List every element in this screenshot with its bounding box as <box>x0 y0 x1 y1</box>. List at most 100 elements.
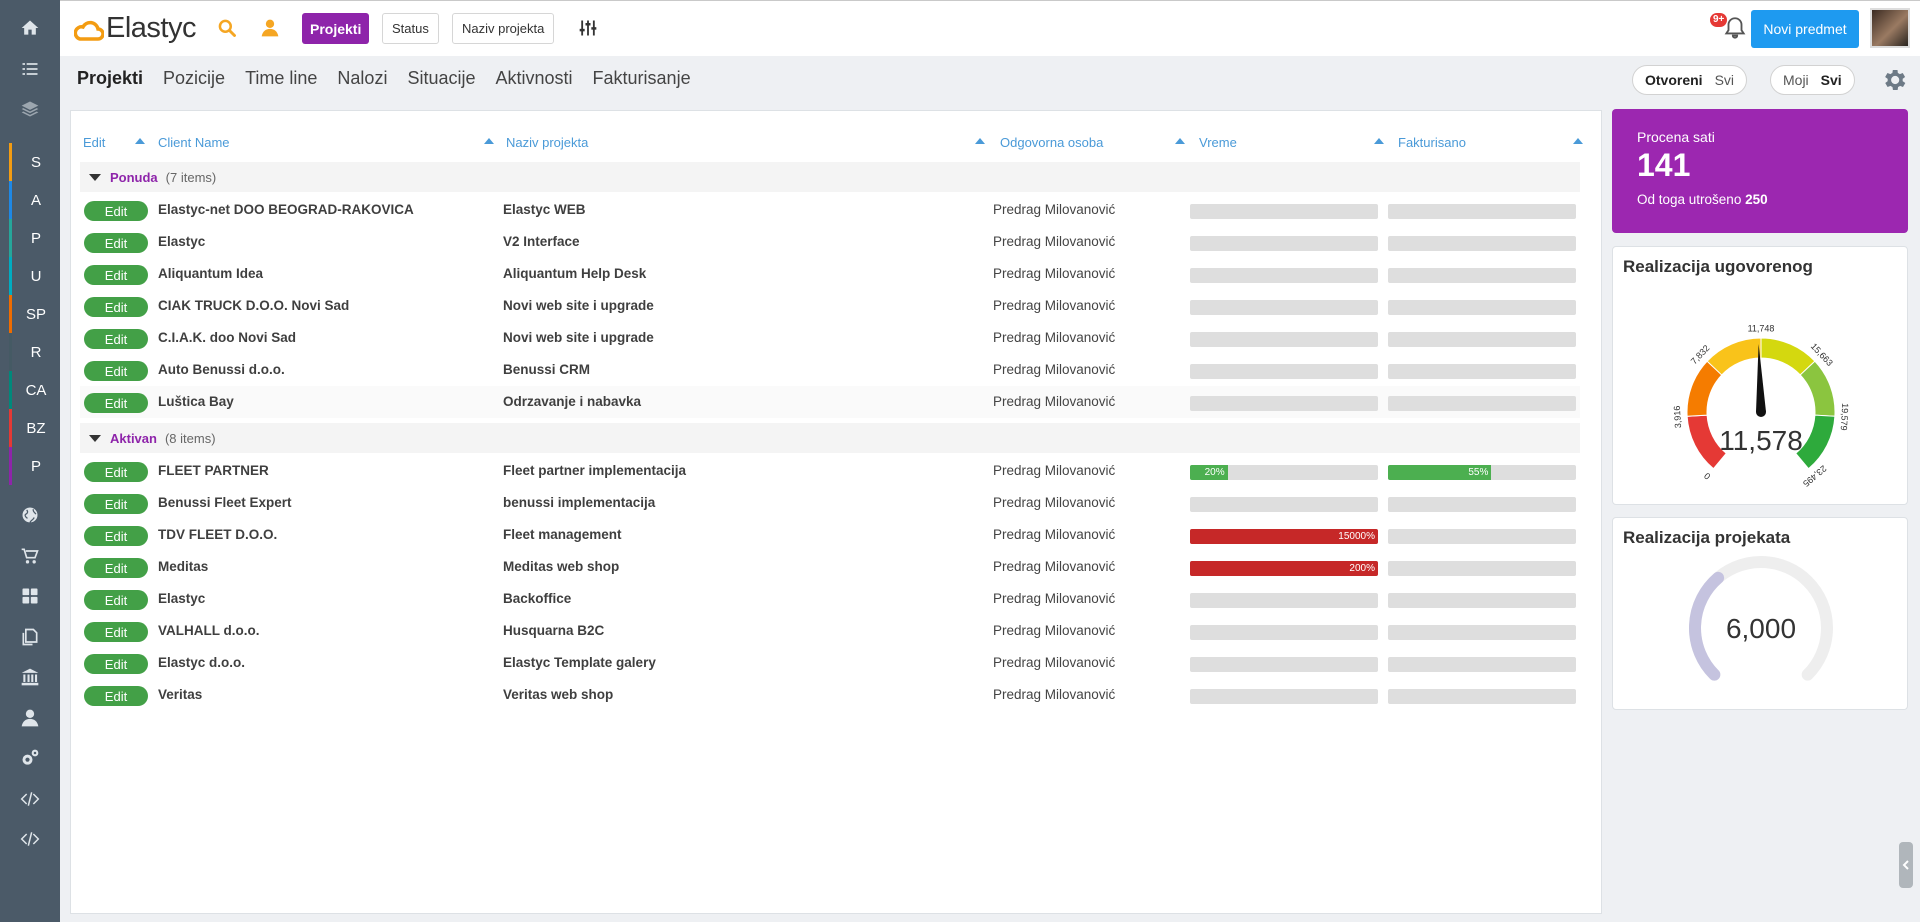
tab-pozicije[interactable]: Pozicije <box>163 68 225 89</box>
col-odgovorna-osoba[interactable]: Odgovorna osoba <box>1000 135 1103 150</box>
sidebar-module-sp[interactable]: SP <box>9 295 60 333</box>
caret-down-icon[interactable] <box>89 434 101 442</box>
table-row[interactable]: Edit Elastyc V2 Interface Predrag Milovanov… <box>80 226 1580 258</box>
group-header[interactable]: Aktivan (8 items) <box>80 423 1580 453</box>
sort-arrow-icon[interactable] <box>1573 138 1583 144</box>
tab-situacije[interactable]: Situacije <box>407 68 475 89</box>
tab-nalozi[interactable]: Nalozi <box>337 68 387 89</box>
toggle-mine[interactable]: Moji <box>1777 72 1815 88</box>
edit-button[interactable]: Edit <box>84 329 148 349</box>
client-name[interactable]: VALHALL d.o.o. <box>158 623 260 638</box>
edit-button[interactable]: Edit <box>84 233 148 253</box>
tab-aktivnosti[interactable]: Aktivnosti <box>496 68 573 89</box>
search-icon[interactable] <box>214 15 240 41</box>
project-name[interactable]: Elastyc WEB <box>503 202 586 217</box>
brand-logo[interactable]: Elastyc <box>74 11 196 45</box>
table-row[interactable]: Edit Elastyc Backoffice Predrag Milovanović <box>80 583 1580 615</box>
tab-projekti[interactable]: Projekti <box>77 68 143 89</box>
table-row[interactable]: Edit Aliquantum Idea Aliquantum Help Desk P… <box>80 258 1580 290</box>
col-naziv-projekta[interactable]: Naziv projekta <box>506 135 588 150</box>
project-name[interactable]: Novi web site i upgrade <box>503 330 654 345</box>
toggle-all[interactable]: Svi <box>1709 72 1740 88</box>
project-name[interactable]: Backoffice <box>503 591 571 606</box>
bank-icon[interactable] <box>0 657 60 697</box>
sidebar-module-a[interactable]: A <box>9 181 60 219</box>
project-name[interactable]: Veritas web shop <box>503 687 613 702</box>
table-row[interactable]: Edit TDV FLEET D.O.O. Fleet management Pred… <box>80 519 1580 551</box>
sidebar-module-r[interactable]: R <box>9 333 60 371</box>
table-row[interactable]: Edit Luštica Bay Odrzavanje i nabavka Predr… <box>80 386 1580 418</box>
globe-icon[interactable] <box>0 495 60 535</box>
sort-arrow-icon[interactable] <box>1175 138 1185 144</box>
avatar[interactable] <box>1870 8 1910 48</box>
toggle-all-users[interactable]: Svi <box>1815 72 1848 88</box>
client-name[interactable]: Meditas <box>158 559 208 574</box>
code-icon[interactable] <box>0 819 60 859</box>
open-all-toggle[interactable]: Otvoreni Svi <box>1632 65 1748 95</box>
settings-gear-icon[interactable] <box>1880 66 1908 94</box>
col-edit[interactable]: Edit <box>83 135 105 150</box>
client-name[interactable]: Luštica Bay <box>158 394 234 409</box>
dashboard-icon[interactable] <box>0 576 60 616</box>
group-header[interactable]: Ponuda (7 items) <box>80 162 1580 192</box>
user-icon[interactable] <box>0 698 60 738</box>
user-icon[interactable] <box>257 15 283 41</box>
sort-arrow-icon[interactable] <box>975 138 985 144</box>
client-name[interactable]: Elastyc <box>158 591 205 606</box>
client-name[interactable]: Aliquantum Idea <box>158 266 263 281</box>
edit-button[interactable]: Edit <box>84 361 148 381</box>
sidebar-module-s[interactable]: S <box>9 143 60 181</box>
table-row[interactable]: Edit Meditas Meditas web shop Predrag Milov… <box>80 551 1580 583</box>
project-name[interactable]: benussi implementacija <box>503 495 655 510</box>
edit-button[interactable]: Edit <box>84 654 148 674</box>
toggle-open[interactable]: Otvoreni <box>1639 72 1709 88</box>
sidebar-module-p[interactable]: P <box>9 219 60 257</box>
sidebar-module-p[interactable]: P <box>9 447 60 485</box>
sidebar-module-ca[interactable]: CA <box>9 371 60 409</box>
client-name[interactable]: C.I.A.K. doo Novi Sad <box>158 330 296 345</box>
client-name[interactable]: Auto Benussi d.o.o. <box>158 362 285 377</box>
table-row[interactable]: Edit Auto Benussi d.o.o. Benussi CRM Predra… <box>80 354 1580 386</box>
naziv-projekta-filter-button[interactable]: Naziv projekta <box>452 13 555 44</box>
table-row[interactable]: Edit Benussi Fleet Expert benussi implemen… <box>80 487 1580 519</box>
client-name[interactable]: FLEET PARTNER <box>158 463 269 478</box>
project-name[interactable]: Fleet partner implementacija <box>503 463 686 478</box>
sidebar-module-bz[interactable]: BZ <box>9 409 60 447</box>
project-name[interactable]: Benussi CRM <box>503 362 590 377</box>
table-row[interactable]: Edit CIAK TRUCK D.O.O. Novi Sad Novi web s… <box>80 290 1580 322</box>
home-icon[interactable] <box>0 8 60 48</box>
edit-button[interactable]: Edit <box>84 494 148 514</box>
gears-icon[interactable] <box>0 738 60 778</box>
edit-button[interactable]: Edit <box>84 393 148 413</box>
edit-button[interactable]: Edit <box>84 622 148 642</box>
client-name[interactable]: Veritas <box>158 687 202 702</box>
projekti-button[interactable]: Projekti <box>302 13 370 44</box>
sidebar-module-u[interactable]: U <box>9 257 60 295</box>
sliders-icon[interactable] <box>575 15 601 41</box>
list-icon[interactable] <box>0 49 60 89</box>
client-name[interactable]: Elastyc-net DOO BEOGRAD-RAKOVICA <box>158 202 414 217</box>
client-name[interactable]: Elastyc d.o.o. <box>158 655 245 670</box>
status-filter-button[interactable]: Status <box>382 13 439 44</box>
code-icon[interactable] <box>0 779 60 819</box>
table-row[interactable]: Edit C.I.A.K. doo Novi Sad Novi web site i… <box>80 322 1580 354</box>
cart-icon[interactable] <box>0 536 60 576</box>
sort-arrow-icon[interactable] <box>484 138 494 144</box>
edit-button[interactable]: Edit <box>84 297 148 317</box>
table-row[interactable]: Edit Veritas Veritas web shop Predrag Milov… <box>80 679 1580 711</box>
client-name[interactable]: TDV FLEET D.O.O. <box>158 527 277 542</box>
edit-button[interactable]: Edit <box>84 590 148 610</box>
project-name[interactable]: Odrzavanje i nabavka <box>503 394 641 409</box>
project-name[interactable]: Fleet management <box>503 527 622 542</box>
layers-icon[interactable] <box>0 89 60 129</box>
col-client-name[interactable]: Client Name <box>158 135 230 150</box>
table-row[interactable]: Edit VALHALL d.o.o. Husquarna B2C Predrag M… <box>80 615 1580 647</box>
table-row[interactable]: Edit Elastyc d.o.o. Elastyc Template galer… <box>80 647 1580 679</box>
edit-button[interactable]: Edit <box>84 201 148 221</box>
collapse-panel-handle[interactable] <box>1899 842 1913 888</box>
col-fakturisano[interactable]: Fakturisano <box>1398 135 1466 150</box>
edit-button[interactable]: Edit <box>84 526 148 546</box>
project-name[interactable]: Husquarna B2C <box>503 623 604 638</box>
tab-time-line[interactable]: Time line <box>245 68 317 89</box>
client-name[interactable]: Benussi Fleet Expert <box>158 495 292 510</box>
